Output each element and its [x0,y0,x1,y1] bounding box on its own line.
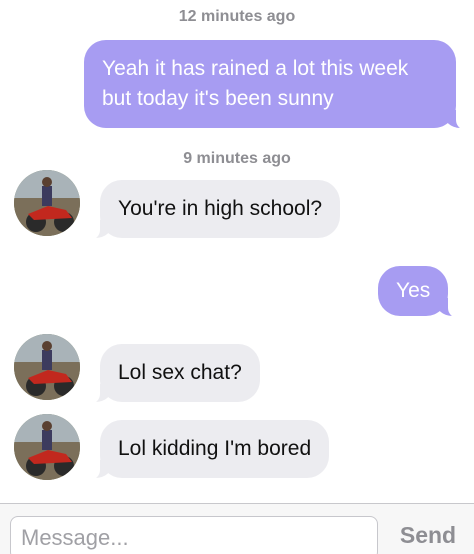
chat-screen: 12 minutes ago Yeah it has rained a lot … [0,0,474,554]
message-composer: Send [0,503,474,554]
avatar[interactable] [14,170,80,236]
motorcycle-photo-icon [14,170,80,236]
motorcycle-photo-icon [14,414,80,480]
message-input[interactable] [10,516,378,554]
outgoing-message-bubble[interactable]: Yes [378,266,463,318]
timestamp: 12 minutes ago [178,8,296,25]
message-text: You're in high school? [118,197,323,220]
timestamp: 9 minutes ago [183,150,291,167]
message-text: Lol sex chat? [118,361,242,384]
motorcycle-photo-icon [14,334,80,400]
outgoing-message-bubble[interactable]: Yeah it has rained a lot this week but t… [84,40,470,130]
message-text: Yes [396,279,431,302]
message-text: Yeah it has rained a lot this week but t… [102,57,409,110]
send-button[interactable]: Send [390,522,466,549]
incoming-message-bubble[interactable]: You're in high school? [85,180,341,240]
avatar[interactable] [14,334,80,400]
incoming-message-bubble[interactable]: Lol sex chat? [86,344,260,404]
avatar[interactable] [14,414,80,480]
message-text: Lol kidding I'm bored [118,437,312,460]
incoming-message-bubble[interactable]: Lol kidding I'm bored [85,420,330,480]
